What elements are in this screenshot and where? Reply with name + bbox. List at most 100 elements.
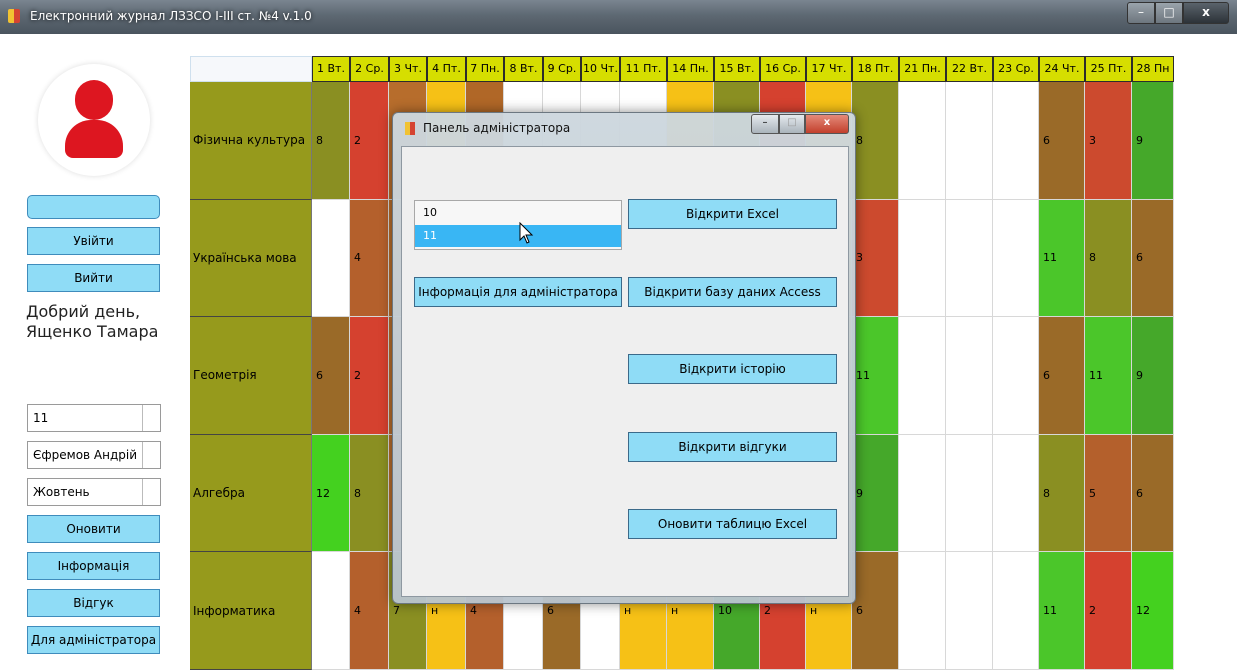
grade-cell[interactable]: 9 (852, 434, 899, 553)
grade-cell[interactable] (993, 82, 1039, 200)
dialog-minimize-button[interactable]: – (751, 114, 779, 134)
close-button[interactable]: x (1183, 2, 1229, 24)
grade-cell[interactable] (946, 317, 993, 435)
login-button[interactable]: Увійти (27, 227, 160, 255)
maximize-button[interactable]: □ (1155, 2, 1183, 24)
grade-cell[interactable] (993, 434, 1039, 553)
table-corner (190, 56, 312, 82)
grade-cell[interactable] (899, 434, 946, 553)
user-icon-body (65, 120, 123, 158)
grade-cell[interactable] (946, 82, 993, 200)
subject-cell: Фізична культура (190, 82, 312, 200)
class-select-value: 11 (33, 411, 49, 425)
subject-cell: Алгебра (190, 434, 312, 553)
grade-cell[interactable]: 4 (350, 552, 389, 670)
date-header: 22 Вт. (946, 56, 993, 82)
date-header: 16 Ср. (760, 56, 806, 82)
mouse-cursor-icon (519, 222, 534, 244)
open-access-button[interactable]: Відкрити базу даних Access (628, 277, 837, 307)
grade-cell[interactable]: 11 (1039, 552, 1085, 670)
list-item[interactable]: 10 (415, 202, 621, 224)
dropdown-arrow-icon[interactable] (142, 479, 160, 505)
grade-cell[interactable] (993, 552, 1039, 670)
grade-cell[interactable]: 12 (1132, 552, 1174, 670)
grade-cell[interactable]: 8 (1039, 434, 1085, 553)
open-excel-button[interactable]: Відкрити Excel (628, 199, 837, 229)
date-header: 11 Пт. (620, 56, 667, 82)
class-listbox[interactable]: 10 11 (414, 200, 622, 250)
grade-cell[interactable]: 5 (1085, 434, 1132, 553)
grade-cell[interactable]: 2 (350, 317, 389, 435)
student-select[interactable]: Єфремов Андрій (27, 441, 161, 469)
dialog-app-icon (405, 122, 415, 135)
grade-cell[interactable]: 6 (1039, 82, 1085, 200)
dropdown-arrow-icon[interactable] (142, 442, 160, 468)
date-header: 4 Пт. (427, 56, 466, 82)
grade-cell[interactable] (946, 199, 993, 318)
grade-cell[interactable]: 11 (1085, 317, 1132, 435)
class-select[interactable]: 11 (27, 404, 161, 432)
refresh-excel-button[interactable]: Оновити таблицю Excel (628, 509, 837, 539)
grade-cell[interactable]: 6 (312, 317, 350, 435)
feedback-button[interactable]: Відгук (27, 589, 160, 617)
grade-cell[interactable]: 6 (1132, 199, 1174, 318)
grade-cell[interactable]: 8 (852, 82, 899, 200)
grade-cell[interactable]: 11 (852, 317, 899, 435)
grade-cell[interactable] (899, 552, 946, 670)
name-field[interactable] (27, 195, 160, 219)
grade-cell[interactable]: 2 (350, 82, 389, 200)
logout-button[interactable]: Вийти (27, 264, 160, 292)
grade-cell[interactable]: 8 (350, 434, 389, 553)
grade-cell[interactable] (993, 317, 1039, 435)
date-header: 25 Пт. (1085, 56, 1132, 82)
open-feedback-button[interactable]: Відкрити відгуки (628, 432, 837, 462)
grade-cell[interactable]: 6 (852, 552, 899, 670)
dropdown-arrow-icon[interactable] (142, 405, 160, 431)
greeting: Добрий день, Ященко Тамара (26, 302, 158, 342)
date-header: 7 Пн. (466, 56, 504, 82)
date-header: 17 Чт. (806, 56, 852, 82)
grade-cell[interactable]: 9 (1132, 317, 1174, 435)
grade-cell[interactable]: 9 (1132, 82, 1174, 200)
refresh-button[interactable]: Оновити (27, 515, 160, 543)
admin-info-button[interactable]: Інформація для адміністратора (414, 277, 622, 307)
grade-cell[interactable] (312, 552, 350, 670)
grade-cell[interactable]: 6 (1132, 434, 1174, 553)
user-icon-head (75, 80, 113, 120)
grade-cell[interactable] (899, 82, 946, 200)
dialog-content: 10 11 Відкрити Excel Інформація для адмі… (401, 146, 849, 597)
grade-cell[interactable] (312, 199, 350, 318)
date-header: 28 Пн (1132, 56, 1174, 82)
grade-cell[interactable] (899, 317, 946, 435)
admin-button[interactable]: Для адміністратора (27, 626, 160, 654)
date-header: 3 Чт. (389, 56, 427, 82)
grade-cell[interactable]: 3 (1085, 82, 1132, 200)
app-icon (8, 9, 20, 23)
date-header: 18 Пт. (852, 56, 899, 82)
subject-cell: Інформатика (190, 552, 312, 670)
grade-cell[interactable] (899, 199, 946, 318)
dialog-maximize-button[interactable]: □ (779, 114, 805, 134)
month-select[interactable]: Жовтень (27, 478, 161, 506)
grade-cell[interactable]: 2 (1085, 552, 1132, 670)
grade-cell[interactable]: 12 (312, 434, 350, 553)
date-header: 2 Ср. (350, 56, 389, 82)
grade-cell[interactable] (946, 552, 993, 670)
list-item-selected[interactable]: 11 (415, 225, 621, 247)
date-header: 1 Вт. (312, 56, 350, 82)
minimize-button[interactable]: – (1127, 2, 1155, 24)
grade-cell[interactable]: 8 (312, 82, 350, 200)
grade-cell[interactable]: 11 (1039, 199, 1085, 318)
open-history-button[interactable]: Відкрити історію (628, 354, 837, 384)
date-header: 9 Ср. (543, 56, 581, 82)
window-controls: – □ x (1127, 2, 1229, 24)
dialog-close-button[interactable]: x (805, 114, 849, 134)
grade-cell[interactable]: 8 (1085, 199, 1132, 318)
grade-cell[interactable]: 3 (852, 199, 899, 318)
grade-cell[interactable] (946, 434, 993, 553)
info-button[interactable]: Інформація (27, 552, 160, 580)
grade-cell[interactable]: 6 (1039, 317, 1085, 435)
window-title: Електронний журнал ЛЗЗСО І-ІІІ ст. №4 v.… (30, 9, 312, 23)
grade-cell[interactable] (993, 199, 1039, 318)
grade-cell[interactable]: 4 (350, 199, 389, 318)
